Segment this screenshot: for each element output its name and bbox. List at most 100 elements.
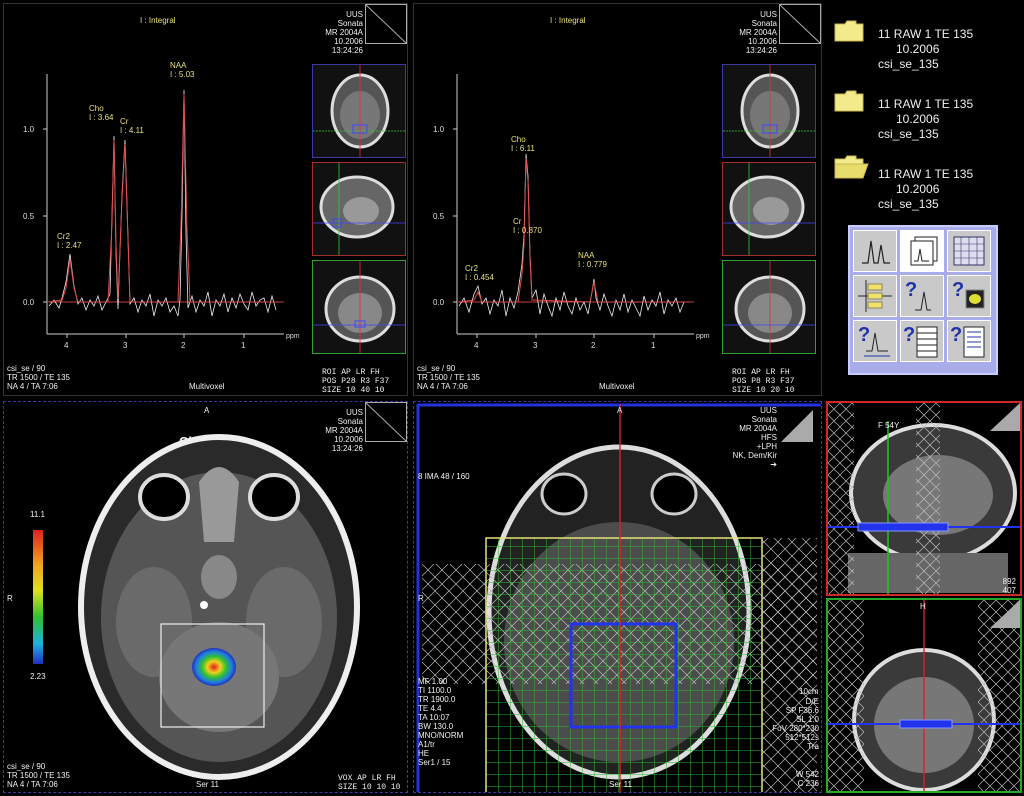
folder-icon	[834, 20, 864, 42]
localizer-coronal-thumb[interactable]	[312, 260, 406, 354]
orientation-left: R	[418, 594, 424, 603]
ytick: 1.0	[23, 125, 35, 134]
stack-tool-button[interactable]	[900, 230, 944, 272]
list-tool-button[interactable]	[853, 275, 897, 317]
spectrum-footer-center: Multivoxel	[599, 382, 635, 391]
svg-text:?: ?	[905, 279, 917, 301]
help-range-icon: ?	[858, 324, 890, 357]
svg-text:?: ?	[903, 324, 915, 346]
localizer-sagittal-thumb[interactable]	[312, 162, 406, 256]
peak-integral: I : 5.03	[170, 70, 195, 79]
scan-params: MF 1.00 TI 1100.0 TR 1900.0 TE 4.4 TA 10:07 B…	[418, 677, 464, 767]
spectrum-icon	[862, 240, 890, 264]
ytick: 0.0	[433, 298, 445, 307]
window-level: W 542 C 236	[795, 770, 819, 788]
spectrum-plot[interactable]: 1.0 0.5 0.0 4 3 2 1 ppm NAA I : 5.03 Cho…	[4, 54, 304, 384]
peak-label: Cr	[120, 117, 129, 126]
ytick: 0.5	[433, 212, 445, 221]
sagittal-brain-image[interactable]	[828, 403, 1022, 596]
spectrum-footer-center: Multivoxel	[189, 382, 225, 391]
svg-text:?: ?	[858, 324, 870, 346]
peak-label: NAA	[578, 251, 595, 260]
image-number: 8 IMA 48 / 160	[418, 472, 470, 481]
dogear-corner-icon[interactable]	[365, 4, 407, 44]
sagittal-label: F 54Y	[878, 421, 900, 430]
help-image-icon: ?	[952, 279, 985, 309]
peak-integral: I : 3.64	[89, 113, 114, 122]
spectrum-footer-left: csi_se / 90 TR 1500 / TE 135 NA 4 / TA 7:0…	[417, 364, 480, 391]
spectrum-title: I : Integral	[140, 16, 176, 25]
series-item-open[interactable]: 11 RAW 1 TE 135 10.2006 csi_se_135	[826, 155, 1016, 215]
coronal-panel[interactable]: H	[826, 598, 1022, 793]
peak-label: Cr2	[57, 232, 70, 241]
series-item[interactable]: 11 RAW 1 TE 135 10.2006 csi_se_135	[826, 17, 1016, 77]
spectrum-plot[interactable]: 1.0 0.5 0.0 4 3 2 1 ppm Cho I : 6.11 Cr …	[414, 54, 714, 384]
xtick: 1	[651, 341, 656, 350]
ytick: 0.0	[23, 298, 35, 307]
peak-integral: I : 0.454	[465, 273, 494, 282]
localizer-sagittal-thumb[interactable]	[722, 162, 816, 256]
peak-integral: I : 6.11	[511, 144, 535, 153]
localizer-axial-thumb[interactable]	[722, 64, 816, 158]
xtick: 3	[533, 341, 538, 350]
sagittal-panel[interactable]: F 54Y 892 407	[826, 401, 1022, 596]
roi-table: ROI AP LR FH POS P8 R3 F37 SIZE 10 20 10	[732, 368, 795, 395]
grid-tool-button[interactable]	[947, 230, 991, 272]
table-icon: ?	[903, 324, 938, 358]
xtick: 4	[474, 341, 479, 350]
scale-min: 2.23	[30, 672, 46, 681]
ytick: 1.0	[433, 125, 445, 134]
localizer-axial-thumb[interactable]	[312, 64, 406, 158]
folder-icon	[834, 90, 864, 112]
image-help-button[interactable]: ?	[947, 275, 991, 317]
peak-label: NAA	[170, 61, 187, 70]
peak-label: Cho	[511, 135, 526, 144]
geometry-params: D/E SP F36.6 SL 1.0 FoV 280*230 512*512s Tra	[772, 697, 819, 751]
localizer-coronal-thumb[interactable]	[722, 260, 816, 354]
peak-integral: I : 4.11	[120, 126, 144, 135]
spectrum-footer-left: csi_se / 90 TR 1500 / TE 135 NA 4 / TA 7:0…	[7, 364, 70, 391]
coronal-label: H	[920, 602, 926, 611]
map-footer-left: csi_se / 90 TR 1500 / TE 135 NA 4 / TA 7:0…	[7, 762, 70, 789]
dogear-corner-icon[interactable]	[779, 4, 821, 44]
spectrum-panel-1[interactable]: I : Integral UUS Sonata MR 2004A 10.2006 13:…	[3, 3, 408, 396]
spectrum-tool-button[interactable]	[853, 230, 897, 272]
peak-label: Cr	[513, 217, 522, 226]
peak-integral: I : 0.779	[578, 260, 607, 269]
roi-table: ROI AP LR FH POS P28 R3 F37 SIZE 10 40 1…	[322, 368, 390, 395]
peak-integral: I : 0.870	[513, 226, 542, 235]
xtick: 2	[181, 341, 186, 350]
grid-header: UUS Sonata MR 2004A HFS +LPH NK, Dem/Kir ➔	[732, 406, 777, 469]
axial-brain-image[interactable]	[4, 402, 408, 793]
arrow-right-icon: ➔	[770, 460, 777, 469]
peak-label: Cr2	[465, 264, 478, 273]
spectrum-help-button[interactable]: ?	[900, 275, 944, 317]
color-scale-bar	[33, 530, 43, 664]
xtick: 2	[591, 341, 596, 350]
xunit: ppm	[696, 333, 710, 340]
spectrum-fit	[48, 93, 279, 303]
series-item[interactable]: 11 RAW 1 TE 135 10.2006 csi_se_135	[826, 87, 1016, 147]
xtick: 4	[64, 341, 69, 350]
open-folder-icon	[834, 155, 869, 179]
spectrum-header: UUS Sonata MR 2004A 10.2006 13:24:26	[739, 10, 777, 55]
svg-text:?: ?	[952, 279, 964, 301]
table-tool-button[interactable]: ?	[900, 320, 944, 362]
vox-table: VOX AP LR FH SIZE 10 10 10	[338, 774, 401, 792]
grid-spectra-icon	[953, 236, 985, 266]
metabolite-map-panel[interactable]: A R Cho / NAA UUSSonataMR 2004A10.200613…	[3, 401, 408, 793]
report-tool-button[interactable]: ?	[947, 320, 991, 362]
csi-grid-panel[interactable]: A R UUS Sonata MR 2004A HFS +LPH NK, Dem/Kir ➔…	[413, 401, 822, 793]
spectrum-panel-2[interactable]: I : Integral UUS Sonata MR 2004A 10.2006 13:…	[413, 3, 822, 396]
scale-label-right: 10cm	[799, 687, 819, 696]
spectrum-header: UUS Sonata MR 2004A 10.2006 13:24:26	[325, 10, 363, 55]
peak-integral: I : 2.47	[57, 241, 82, 250]
coronal-brain-image[interactable]	[828, 600, 1022, 793]
xtick: 3	[123, 341, 128, 350]
sagittal-window: 892 407	[1002, 577, 1016, 595]
map-footer-center: Ser 11	[196, 780, 219, 789]
spectrum-info-button[interactable]: ?	[853, 320, 897, 362]
peak-label: Cho	[89, 104, 104, 113]
spectrum-title: I : Integral	[550, 16, 586, 25]
report-icon: ?	[950, 324, 985, 358]
